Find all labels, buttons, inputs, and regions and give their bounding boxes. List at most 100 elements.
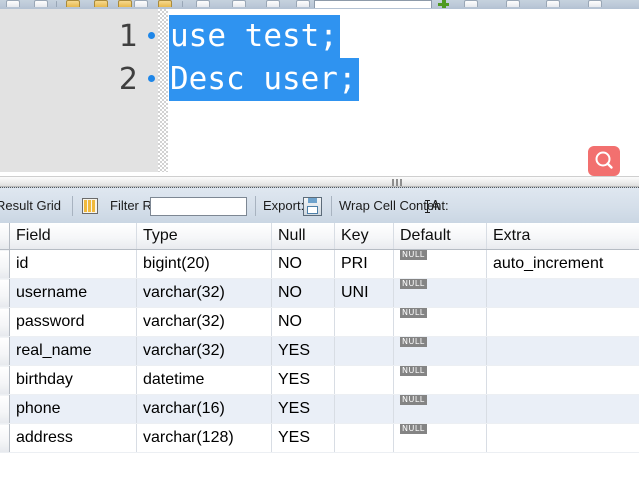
cell-type[interactable]: varchar(32) — [136, 278, 272, 308]
cell-default[interactable]: NULL — [393, 307, 487, 337]
cell-null[interactable]: NO — [271, 278, 335, 308]
cell-null[interactable]: NO — [271, 307, 335, 337]
sql-editor[interactable]: 1 use test; 2 Desc user; — [0, 9, 639, 172]
null-badge: NULL — [400, 395, 427, 405]
cell-null[interactable]: NO — [271, 249, 335, 279]
cell-key[interactable] — [334, 336, 394, 366]
column-header-key[interactable]: Key — [334, 223, 394, 250]
toolbar-extra-icon-4[interactable] — [588, 0, 602, 7]
cell-key[interactable] — [334, 307, 394, 337]
toolbar-search-input[interactable] — [314, 0, 432, 8]
editor-line-2[interactable]: 2 Desc user; — [0, 58, 639, 101]
result-grid-toolbar: Result Grid Filter Rows: Export: Wrap Ce… — [0, 187, 639, 223]
cell-null[interactable]: YES — [271, 423, 335, 453]
cell-extra[interactable] — [486, 336, 639, 366]
cell-default[interactable]: NULL — [393, 394, 487, 424]
row-selector[interactable] — [0, 336, 10, 366]
cell-field[interactable]: address — [9, 423, 137, 453]
rollback-icon[interactable] — [266, 0, 280, 7]
wrap-text-icon[interactable]: A — [425, 199, 443, 214]
beautify-icon[interactable] — [296, 0, 310, 7]
table-row[interactable]: birthday datetime YES NULL — [0, 365, 639, 395]
cell-field[interactable]: phone — [9, 394, 137, 424]
statement-marker-icon[interactable] — [148, 32, 155, 39]
column-header-extra[interactable]: Extra — [486, 223, 639, 250]
cell-extra[interactable]: auto_increment — [486, 249, 639, 279]
cell-field[interactable]: real_name — [9, 336, 137, 366]
cell-null[interactable]: YES — [271, 365, 335, 395]
statement-marker-icon[interactable] — [148, 75, 155, 82]
toolbar-extra-icon-2[interactable] — [506, 0, 520, 7]
plus-icon[interactable] — [438, 0, 449, 8]
commit-icon[interactable] — [232, 0, 246, 7]
toolbar-extra-icon-1[interactable] — [464, 0, 478, 7]
table-row[interactable]: id bigint(20) NO PRI NULL auto_increment — [0, 249, 639, 279]
cell-field[interactable]: username — [9, 278, 137, 308]
cell-default[interactable]: NULL — [393, 336, 487, 366]
column-header-null[interactable]: Null — [271, 223, 335, 250]
toolbar-extra-icon-3[interactable] — [546, 0, 560, 7]
cell-type[interactable]: bigint(20) — [136, 249, 272, 279]
cell-key[interactable] — [334, 394, 394, 424]
row-selector[interactable] — [0, 394, 10, 424]
cell-type[interactable]: varchar(128) — [136, 423, 272, 453]
cell-type[interactable]: varchar(32) — [136, 336, 272, 366]
cell-key[interactable] — [334, 423, 394, 453]
cell-field[interactable]: password — [9, 307, 137, 337]
cell-default[interactable]: NULL — [393, 278, 487, 308]
row-selector[interactable] — [0, 278, 10, 308]
cell-type[interactable]: varchar(32) — [136, 307, 272, 337]
cell-key[interactable]: UNI — [334, 278, 394, 308]
result-grid[interactable]: Field Type Null Key Default Extra id big… — [0, 223, 639, 503]
cell-key[interactable]: PRI — [334, 249, 394, 279]
sql-text[interactable]: use test; — [169, 15, 340, 58]
cell-extra[interactable] — [486, 365, 639, 395]
export-save-icon[interactable] — [303, 197, 322, 216]
table-row[interactable]: real_name varchar(32) YES NULL — [0, 336, 639, 366]
row-selector[interactable] — [0, 365, 10, 395]
explain-icon[interactable] — [134, 0, 148, 7]
open-file-icon[interactable] — [34, 0, 48, 7]
cell-default[interactable]: NULL — [393, 249, 487, 279]
cell-extra[interactable] — [486, 307, 639, 337]
sql-text[interactable]: Desc user; — [169, 58, 359, 101]
cell-default[interactable]: NULL — [393, 365, 487, 395]
new-file-icon[interactable] — [6, 0, 20, 7]
toggle-commit-icon[interactable] — [196, 0, 210, 7]
null-badge: NULL — [400, 366, 427, 376]
editor-line-1[interactable]: 1 use test; — [0, 15, 639, 58]
stop-icon[interactable] — [158, 0, 172, 7]
splitter-grip-icon[interactable] — [392, 179, 405, 186]
column-header-field[interactable]: Field — [9, 223, 137, 250]
cell-key[interactable] — [334, 365, 394, 395]
cell-null[interactable]: YES — [271, 336, 335, 366]
table-row[interactable]: phone varchar(16) YES NULL — [0, 394, 639, 424]
cell-field[interactable]: birthday — [9, 365, 137, 395]
execute-icon[interactable] — [94, 0, 108, 7]
row-selector[interactable] — [0, 307, 10, 337]
null-badge: NULL — [400, 337, 427, 347]
execute-current-icon[interactable] — [118, 0, 132, 7]
toolbar-separator — [56, 1, 57, 7]
cell-extra[interactable] — [486, 278, 639, 308]
cell-extra[interactable] — [486, 394, 639, 424]
cell-null[interactable]: YES — [271, 394, 335, 424]
column-header-default[interactable]: Default — [393, 223, 487, 250]
filter-rows-input[interactable] — [150, 197, 247, 216]
row-selector[interactable] — [0, 423, 10, 453]
table-row[interactable]: address varchar(128) YES NULL — [0, 423, 639, 453]
row-selector[interactable] — [0, 249, 10, 279]
cell-type[interactable]: varchar(16) — [136, 394, 272, 424]
table-row[interactable]: username varchar(32) NO UNI NULL — [0, 278, 639, 308]
table-row[interactable]: password varchar(32) NO NULL — [0, 307, 639, 337]
cell-extra[interactable] — [486, 423, 639, 453]
cell-type[interactable]: datetime — [136, 365, 272, 395]
search-icon[interactable] — [588, 146, 620, 176]
grid-view-icon[interactable] — [82, 198, 98, 214]
cell-default[interactable]: NULL — [393, 423, 487, 453]
line-number: 2 — [118, 62, 138, 97]
column-header-type[interactable]: Type — [136, 223, 272, 250]
cell-field[interactable]: id — [9, 249, 137, 279]
save-icon[interactable] — [66, 0, 80, 7]
editor-results-splitter[interactable] — [0, 176, 639, 187]
